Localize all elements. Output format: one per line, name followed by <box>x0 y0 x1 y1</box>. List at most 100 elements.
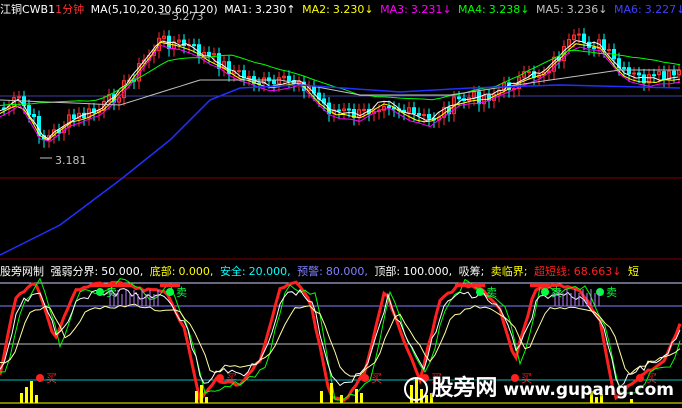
candle-body <box>192 44 196 47</box>
f1-label: 强弱分界: <box>50 265 99 278</box>
buy-signal-label: 卖 <box>176 286 187 299</box>
ma6-value: 3.227↓ <box>644 3 682 16</box>
candle-body <box>622 67 626 70</box>
f1-value: 50.000, <box>101 265 144 278</box>
volume-bar <box>360 393 363 403</box>
volume-bar <box>30 381 33 403</box>
candle-body <box>627 67 631 75</box>
ma4-line <box>0 49 681 106</box>
indicator-panel-header: 股旁网制 强弱分界: 50.000, 底部: 0.000, 安全: 20.000, 预… <box>0 263 642 279</box>
watermark: 股旁网 www.gupang.com <box>404 370 674 402</box>
volume-bar <box>330 383 333 403</box>
candle-body <box>607 49 611 51</box>
candle-body <box>32 114 36 117</box>
candle-body <box>412 107 416 114</box>
f5-label: 顶部: <box>374 265 401 278</box>
candle-body <box>592 46 596 50</box>
candle-body <box>337 109 341 112</box>
price-panel-header: 江铜CWB11分钟 MA(5,10,20,30,60,120) MA1: 3.23… <box>0 1 682 17</box>
buy-signal-label: 卖 <box>486 286 497 299</box>
ma1-label: MA1: <box>224 3 252 16</box>
volume-bar <box>35 395 38 403</box>
ma2-value: 3.230↓ <box>332 3 374 16</box>
ma3-value: 3.231↓ <box>410 3 452 16</box>
low-price-label: 3.181 <box>55 154 87 167</box>
volume-bar <box>340 395 343 403</box>
high-price-label: 3.273 <box>172 10 204 23</box>
candle-body <box>387 106 391 109</box>
ma2-label: MA2: <box>302 3 330 16</box>
candle-body <box>417 113 421 116</box>
f8-value: 68.663↓ <box>573 265 622 278</box>
stock-chart-window: 卖卖卖卖卖买买买买买买 江铜CWB11分钟 MA(5,10,20,30,60,1… <box>0 0 682 408</box>
candle-body <box>362 108 366 111</box>
ma4-label: MA4: <box>458 3 486 16</box>
sell-signal-label: 买 <box>226 372 237 385</box>
ma5-label: MA5: <box>536 3 564 16</box>
ma1-value: 3.230↑ <box>254 3 296 16</box>
buy-signal-dot <box>166 288 174 296</box>
f2-label: 底部: <box>149 265 176 278</box>
candle-body <box>237 70 241 73</box>
ma5-value: 3.236↓ <box>566 3 608 16</box>
f3-label: 安全: <box>219 265 246 278</box>
top-marker-bar <box>160 284 180 287</box>
indicator-name: 股旁网制 <box>0 265 44 278</box>
volume-bar <box>200 385 203 403</box>
f8-label: 超短线: <box>534 265 571 278</box>
volume-bar <box>20 393 23 403</box>
candle-body <box>662 71 666 80</box>
buy-signal-dot <box>541 288 549 296</box>
candle-body <box>427 114 431 119</box>
candle-body <box>477 91 481 105</box>
sell-signal-dot <box>36 374 44 382</box>
f5-value: 100.000, <box>403 265 453 278</box>
ma3-label: MA3: <box>380 3 408 16</box>
buy-signal-label: 卖 <box>106 286 117 299</box>
buy-signal-label: 卖 <box>551 286 562 299</box>
ma3-line <box>0 44 681 142</box>
candle-body <box>287 75 291 82</box>
sell-signal-label: 买 <box>371 372 382 385</box>
f6-label: 吸筹; <box>458 265 485 278</box>
candle-body <box>457 96 461 100</box>
watermark-name: 股旁网 <box>431 376 498 401</box>
sell-signal-dot <box>216 374 224 382</box>
volume-bar <box>320 391 323 403</box>
candle-body <box>652 74 656 77</box>
candle-body <box>272 80 276 85</box>
f3-value: 20.000, <box>248 265 291 278</box>
candle-body <box>527 71 531 74</box>
sell-signal-label: 买 <box>46 372 57 385</box>
candle-body <box>582 33 586 43</box>
candle-body <box>72 114 76 120</box>
volume-bar <box>25 387 28 403</box>
ma1-line <box>0 40 679 140</box>
f4-value: 80.000, <box>325 265 368 278</box>
top-marker-bar <box>530 284 550 287</box>
ma4-value: 3.238↓ <box>488 3 530 16</box>
top-marker-bar <box>90 284 130 287</box>
f2-value: 0.000, <box>178 265 214 278</box>
buy-signal-label: 卖 <box>606 286 617 299</box>
candle-body <box>422 114 426 116</box>
candle-body <box>637 72 641 76</box>
volume-bar <box>355 389 358 403</box>
candle-body <box>347 108 351 111</box>
symbol-label: 江铜CWB1 <box>0 3 56 16</box>
f9-label: 短 <box>627 265 639 278</box>
sell-signal-dot <box>361 374 369 382</box>
volume-bar <box>205 397 208 403</box>
f7-label: 卖临界; <box>490 265 528 278</box>
chart-canvas[interactable]: 卖卖卖卖卖买买买买买买 <box>0 0 682 408</box>
watermark-logo-icon <box>404 377 429 401</box>
indicator-yellow-line <box>0 303 681 377</box>
period-label: 1分钟 <box>55 3 85 16</box>
buy-signal-dot <box>596 288 604 296</box>
candle-body <box>17 96 21 99</box>
watermark-url: www.gupang.com <box>503 380 674 400</box>
buy-signal-dot <box>476 288 484 296</box>
candle-body <box>672 70 676 76</box>
top-marker-bar <box>455 284 485 287</box>
volume-bar <box>195 391 198 403</box>
